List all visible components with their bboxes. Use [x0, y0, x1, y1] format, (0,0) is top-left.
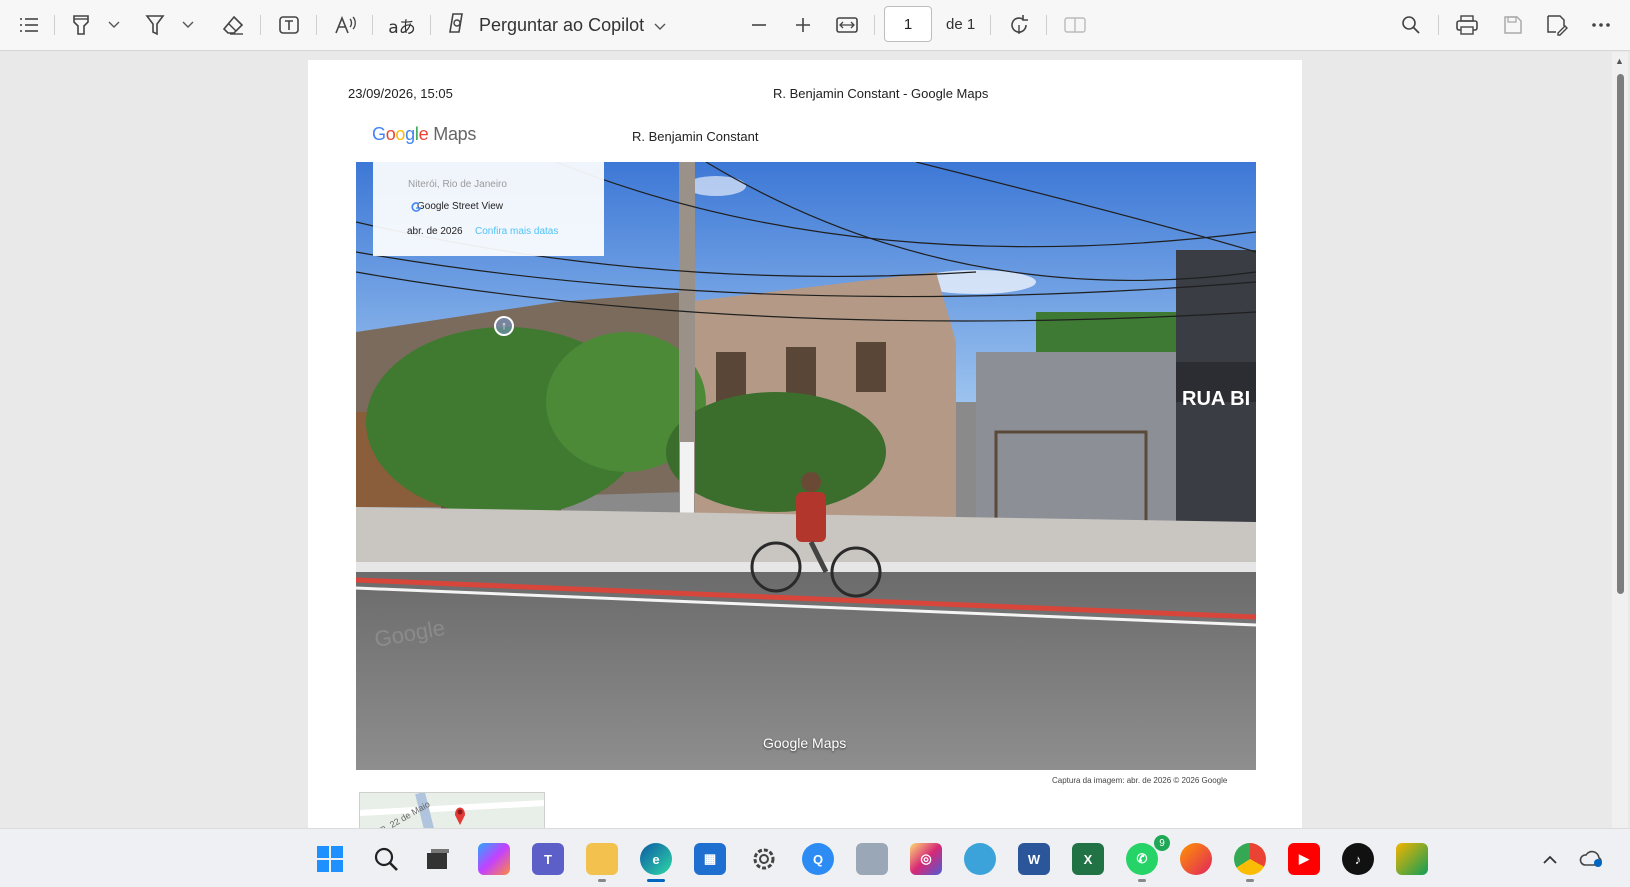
search-icon[interactable]: [1396, 8, 1426, 42]
street-view-image: RUA BI Google Niterói, Rio de Janeiro Go…: [356, 162, 1256, 770]
chevron-down-icon: [654, 15, 666, 36]
paint-icon[interactable]: [1396, 843, 1428, 875]
edge-icon[interactable]: e: [640, 843, 672, 875]
street-view-info-card: Niterói, Rio de Janeiro Google Street Vi…: [373, 162, 604, 256]
print-icon[interactable]: [1452, 8, 1482, 42]
tiktok-icon[interactable]: ♪: [1342, 843, 1374, 875]
microsoft-store-icon[interactable]: ▦: [694, 843, 726, 875]
instagram-icon[interactable]: ◎: [910, 843, 942, 875]
whatsapp-icon[interactable]: ✆: [1126, 843, 1158, 875]
page-number-input[interactable]: 1: [884, 6, 932, 42]
task-view-icon[interactable]: [422, 843, 454, 875]
pdf-toolbar: aあ Perguntar ao Copilot 1 de 1: [0, 0, 1630, 51]
copilot-icon: [445, 11, 469, 40]
location-minimap: R. 22 de Maio: [359, 792, 545, 830]
vertical-scrollbar[interactable]: ▲: [1612, 52, 1628, 828]
zoom-out-icon[interactable]: [744, 8, 774, 42]
location-label: Niterói, Rio de Janeiro: [408, 179, 507, 190]
street-sign-text: RUA BI: [1182, 388, 1250, 410]
highlight-options-chevron-icon[interactable]: [104, 8, 124, 42]
whatsapp-notification-badge: 9: [1154, 835, 1170, 851]
onedrive-icon[interactable]: [1576, 843, 1608, 875]
quick-assist-icon[interactable]: Q: [802, 843, 834, 875]
excel-icon[interactable]: X: [1072, 843, 1104, 875]
settings-icon[interactable]: [748, 843, 780, 875]
capture-date: abr. de 2026: [407, 226, 463, 237]
file-explorer-icon[interactable]: [586, 843, 618, 875]
show-hidden-icons-chevron-icon[interactable]: [1534, 843, 1566, 875]
scroll-up-icon[interactable]: ▲: [1615, 56, 1624, 66]
taskbar-search-icon[interactable]: [370, 843, 402, 875]
scrollbar-thumb[interactable]: [1617, 74, 1624, 594]
maps-app-icon[interactable]: [964, 843, 996, 875]
save-as-icon[interactable]: [1542, 8, 1572, 42]
teams-icon[interactable]: T: [532, 843, 564, 875]
two-page-view-icon: [1060, 8, 1090, 42]
street-name: R. Benjamin Constant: [632, 129, 759, 144]
windows-taskbar: T e ▦ Q ◎ W X ✆ 9 ▶ ♪: [0, 828, 1630, 887]
pdf-page: 23/09/2026, 15:05 R. Benjamin Constant -…: [308, 60, 1302, 830]
save-icon: [1498, 8, 1528, 42]
draw-options-chevron-icon[interactable]: [178, 8, 198, 42]
more-dates-link[interactable]: Confira mais datas: [475, 226, 558, 237]
google-maps-logo: Google Maps: [372, 124, 477, 144]
street-view-service: Google Street View: [417, 201, 503, 212]
zoom-in-icon[interactable]: [788, 8, 818, 42]
highlight-icon[interactable]: [66, 8, 96, 42]
street-view-label: Google Street View: [410, 201, 503, 212]
google-maps-watermark: Google Maps: [763, 735, 847, 751]
windows-start-icon[interactable]: [314, 843, 346, 875]
read-aloud-icon[interactable]: [330, 8, 362, 42]
word-icon[interactable]: W: [1018, 843, 1050, 875]
photos-icon[interactable]: [856, 843, 888, 875]
copilot-app-icon[interactable]: [478, 843, 510, 875]
copilot-label: Perguntar ao Copilot: [479, 14, 645, 35]
chrome-icon[interactable]: [1234, 843, 1266, 875]
more-icon[interactable]: [1586, 8, 1616, 42]
eraser-icon[interactable]: [218, 8, 248, 42]
contents-icon[interactable]: [14, 8, 44, 42]
page-total: de 1: [946, 16, 976, 33]
draw-icon[interactable]: [140, 8, 170, 42]
youtube-icon[interactable]: ▶: [1288, 843, 1320, 875]
navigation-arrow-icon: ↑: [494, 316, 514, 336]
rotate-icon[interactable]: [1004, 8, 1034, 42]
print-date: 23/09/2026, 15:05: [348, 86, 453, 101]
image-caption: Captura da imagem: abr. de 2026 © 2026 G…: [1052, 776, 1228, 785]
fit-width-icon[interactable]: [832, 8, 862, 42]
translate-icon[interactable]: aあ: [386, 8, 418, 42]
ask-copilot-button[interactable]: Perguntar ao Copilot: [445, 8, 666, 42]
text-box-icon[interactable]: [274, 8, 304, 42]
print-title: R. Benjamin Constant - Google Maps: [773, 86, 989, 101]
firefox-icon[interactable]: [1180, 843, 1212, 875]
